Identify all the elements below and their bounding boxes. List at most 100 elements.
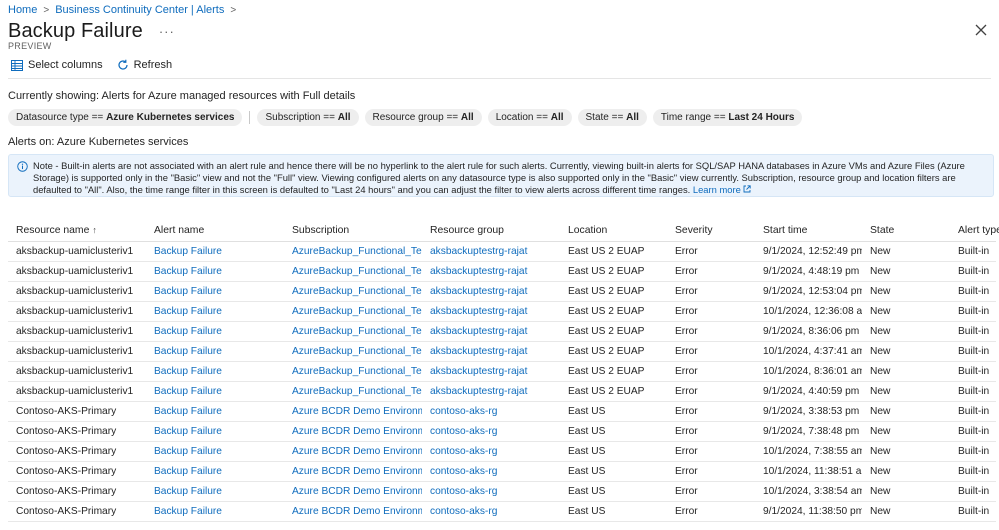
cell-subscription[interactable]: AzureBackup_Functional_Testing <box>284 281 422 302</box>
cell-start-time: 10/1/2024, 4:37:41 am <box>755 341 862 362</box>
cell-location: East US 2 EUAP <box>560 361 667 382</box>
cell-severity: Error <box>667 501 755 522</box>
column-header-resource-name[interactable]: Resource name ↑ <box>8 221 146 242</box>
column-header-resource-group[interactable]: Resource group <box>422 221 560 242</box>
cell-alert-name[interactable]: Backup Failure <box>146 321 284 342</box>
cell-alert-name[interactable]: Backup Failure <box>146 381 284 402</box>
cell-subscription[interactable]: AzureBackup_Functional_Testing <box>284 381 422 402</box>
cell-resource-group[interactable]: contoso-aks-rg <box>422 461 560 482</box>
cell-location: East US 2 EUAP <box>560 381 667 402</box>
cell-resource-group[interactable]: aksbackuptestrg-rajat <box>422 321 560 342</box>
table-row[interactable]: aksbackup-uamiclusteriv1 Backup Failure Az… <box>8 241 996 262</box>
cell-resource-group[interactable]: aksbackuptestrg-rajat <box>422 281 560 302</box>
cell-alert-name[interactable]: Backup Failure <box>146 241 284 262</box>
refresh-label: Refresh <box>133 59 173 71</box>
cell-alert-name[interactable]: Backup Failure <box>146 481 284 502</box>
cell-subscription[interactable]: Azure BCDR Demo Environment <box>284 481 422 502</box>
cell-alert-name[interactable]: Backup Failure <box>146 501 284 522</box>
cell-alert-name[interactable]: Backup Failure <box>146 341 284 362</box>
cell-resource-group[interactable]: contoso-aks-rg <box>422 421 560 442</box>
cell-alert-name[interactable]: Backup Failure <box>146 301 284 322</box>
cell-alert-name[interactable]: Backup Failure <box>146 421 284 442</box>
cell-resource-group[interactable]: aksbackuptestrg-rajat <box>422 381 560 402</box>
filter-time-range[interactable]: Time range == Last 24 Hours <box>652 109 803 126</box>
filter-resource-group[interactable]: Resource group == All <box>364 109 482 126</box>
cell-alert-name[interactable]: Backup Failure <box>146 361 284 382</box>
cell-alert-name[interactable]: Backup Failure <box>146 281 284 302</box>
table-row[interactable]: aksbackup-uamiclusteriv1 Backup Failure Az… <box>8 281 996 302</box>
table-row[interactable]: Contoso-AKS-Primary Backup Failure Azure B… <box>8 421 996 442</box>
table-row[interactable]: aksbackup-uamiclusteriv1 Backup Failure Az… <box>8 321 996 342</box>
filter-subscription[interactable]: Subscription == All <box>257 109 359 126</box>
cell-location: East US 2 EUAP <box>560 241 667 262</box>
table-row[interactable]: aksbackup-uamiclusteriv1 Backup Failure Az… <box>8 261 996 282</box>
cell-resource-name: Contoso-AKS-Primary <box>8 481 146 502</box>
breadcrumb-home[interactable]: Home <box>8 4 37 16</box>
cell-resource-group[interactable]: contoso-aks-rg <box>422 441 560 462</box>
table-row[interactable]: aksbackup-uamiclusteriv1 Backup Failure Az… <box>8 301 996 322</box>
cell-subscription[interactable]: Azure BCDR Demo Environment <box>284 501 422 522</box>
cell-alert-name[interactable]: Backup Failure <box>146 441 284 462</box>
table-row[interactable]: Contoso-AKS-Primary Backup Failure Azure B… <box>8 501 996 522</box>
cell-location: East US 2 EUAP <box>560 261 667 282</box>
column-header-subscription[interactable]: Subscription <box>284 221 422 242</box>
cell-resource-group[interactable]: contoso-aks-rg <box>422 481 560 502</box>
cell-alert-name[interactable]: Backup Failure <box>146 461 284 482</box>
cell-resource-group[interactable]: aksbackuptestrg-rajat <box>422 341 560 362</box>
cell-alert-type: Built-in <box>950 461 996 482</box>
cell-severity: Error <box>667 281 755 302</box>
column-header-location[interactable]: Location <box>560 221 667 242</box>
cell-subscription[interactable]: Azure BCDR Demo Environment <box>284 401 422 422</box>
cell-subscription[interactable]: AzureBackup_Functional_Testing <box>284 361 422 382</box>
column-header-state[interactable]: State <box>862 221 950 242</box>
cell-resource-name: aksbackup-uamiclusteriv1 <box>8 361 146 382</box>
table-row[interactable]: aksbackup-uamiclusteriv1 Backup Failure Az… <box>8 361 996 382</box>
table-row[interactable]: Contoso-AKS-Primary Backup Failure Azure B… <box>8 461 996 482</box>
cell-subscription[interactable]: AzureBackup_Functional_Testing <box>284 321 422 342</box>
breadcrumb: Home > Business Continuity Center | Aler… <box>8 4 236 16</box>
cell-subscription[interactable]: AzureBackup_Functional_Testing <box>284 341 422 362</box>
learn-more-link[interactable]: Learn more <box>693 184 752 195</box>
cell-state: New <box>862 381 950 402</box>
cell-resource-group[interactable]: aksbackuptestrg-rajat <box>422 261 560 282</box>
filter-datasource-type[interactable]: Datasource type == Azure Kubernetes serv… <box>8 109 243 126</box>
column-header-alert-type[interactable]: Alert type <box>950 221 999 242</box>
refresh-button[interactable]: Refresh <box>117 59 173 71</box>
cell-resource-group[interactable]: aksbackuptestrg-rajat <box>422 301 560 322</box>
cell-resource-group[interactable]: aksbackuptestrg-rajat <box>422 361 560 382</box>
cell-alert-name[interactable]: Backup Failure <box>146 401 284 422</box>
table-row[interactable]: aksbackup-uamiclusteriv1 Backup Failure Az… <box>8 381 996 402</box>
cell-state: New <box>862 241 950 262</box>
cell-alert-type: Built-in <box>950 341 996 362</box>
cell-subscription[interactable]: AzureBackup_Functional_Testing <box>284 261 422 282</box>
filter-key: Datasource type == <box>16 112 107 123</box>
filter-value: All <box>626 112 639 123</box>
table-row[interactable]: Contoso-AKS-Primary Backup Failure Azure B… <box>8 401 996 422</box>
cell-resource-group[interactable]: contoso-aks-rg <box>422 401 560 422</box>
breadcrumb-alerts[interactable]: Business Continuity Center | Alerts <box>55 4 224 16</box>
cell-subscription[interactable]: Azure BCDR Demo Environment <box>284 461 422 482</box>
table-row[interactable]: Contoso-AKS-Primary Backup Failure Azure B… <box>8 441 996 462</box>
cell-resource-name: aksbackup-uamiclusteriv1 <box>8 241 146 262</box>
table-row[interactable]: Contoso-AKS-Primary Backup Failure Azure B… <box>8 481 996 502</box>
cell-location: East US <box>560 501 667 522</box>
select-columns-button[interactable]: Select columns <box>11 59 103 71</box>
filter-location[interactable]: Location == All <box>487 109 572 126</box>
cell-subscription[interactable]: Azure BCDR Demo Environment <box>284 441 422 462</box>
filter-state[interactable]: State == All <box>577 109 647 126</box>
cell-start-time: 9/1/2024, 11:38:50 pm <box>755 501 862 522</box>
close-icon[interactable] <box>973 22 989 38</box>
column-header-start-time[interactable]: Start time <box>755 221 862 242</box>
cell-resource-group[interactable]: aksbackuptestrg-rajat <box>422 241 560 262</box>
more-options-button[interactable]: ··· <box>159 24 175 39</box>
cell-resource-group[interactable]: contoso-aks-rg <box>422 501 560 522</box>
column-header-severity[interactable]: Severity <box>667 221 755 242</box>
select-columns-label: Select columns <box>28 59 103 71</box>
table-header-row: Resource name ↑ Alert name Subscription R… <box>8 221 999 242</box>
cell-subscription[interactable]: AzureBackup_Functional_Testing <box>284 241 422 262</box>
table-row[interactable]: aksbackup-uamiclusteriv1 Backup Failure Az… <box>8 341 996 362</box>
cell-subscription[interactable]: AzureBackup_Functional_Testing <box>284 301 422 322</box>
column-header-alert-name[interactable]: Alert name <box>146 221 284 242</box>
cell-alert-name[interactable]: Backup Failure <box>146 261 284 282</box>
cell-subscription[interactable]: Azure BCDR Demo Environment <box>284 421 422 442</box>
